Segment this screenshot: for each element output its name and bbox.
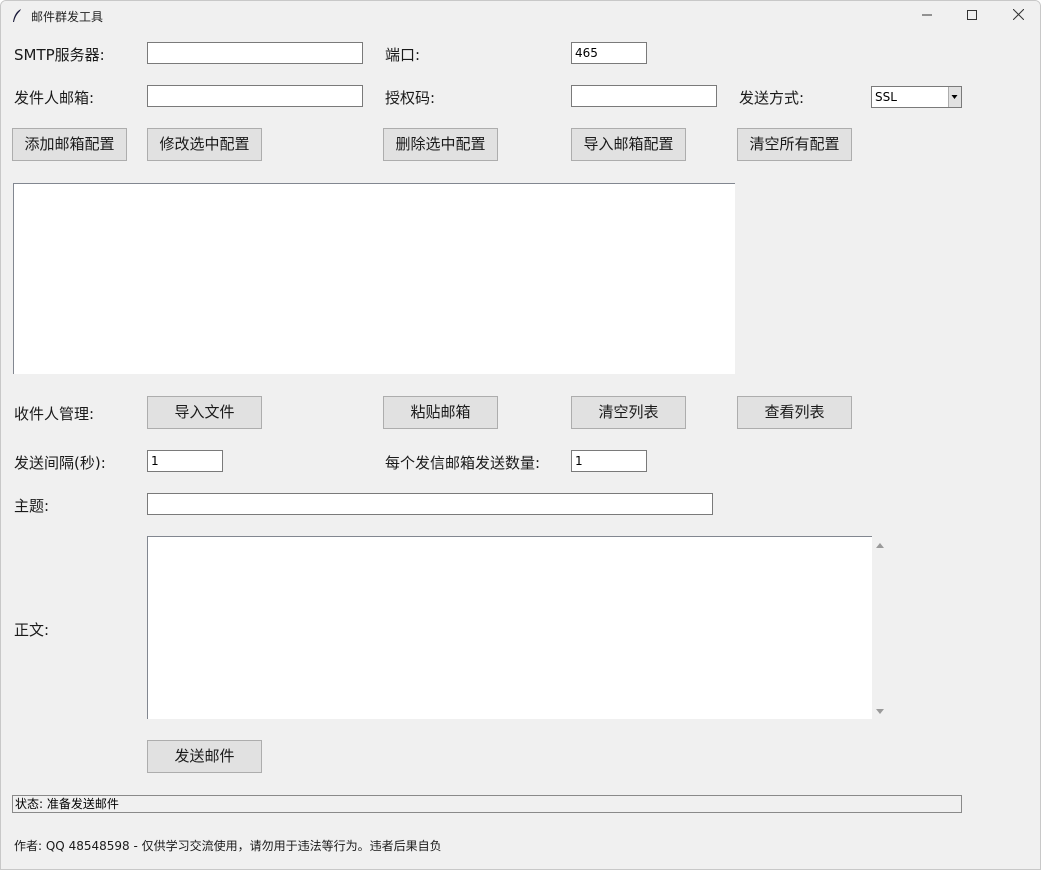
subject-label: 主题: bbox=[14, 497, 50, 515]
body-label: 正文: bbox=[14, 621, 50, 639]
footer-credit: 作者: QQ 48548598 - 仅供学习交流使用，请勿用于违法等行为。违者后… bbox=[14, 839, 442, 853]
sender-email-label: 发件人邮箱: bbox=[14, 89, 95, 107]
view-list-button[interactable]: 查看列表 bbox=[737, 396, 852, 429]
recipients-label: 收件人管理: bbox=[14, 405, 95, 423]
maximize-icon bbox=[967, 10, 977, 20]
status-bar: 状态: 准备发送邮件 bbox=[12, 795, 962, 813]
scroll-down-arrow-icon[interactable] bbox=[874, 707, 886, 717]
add-config-button[interactable]: 添加邮箱配置 bbox=[12, 128, 127, 161]
title-bar: 邮件群发工具 bbox=[1, 1, 1040, 31]
minimize-icon bbox=[922, 14, 932, 16]
config-listbox[interactable] bbox=[13, 183, 735, 374]
smtp-server-input[interactable] bbox=[147, 42, 363, 64]
smtp-server-label: SMTP服务器: bbox=[14, 46, 105, 64]
port-label: 端口: bbox=[385, 46, 421, 64]
send-method-select[interactable]: SSL bbox=[871, 86, 962, 108]
close-button[interactable] bbox=[995, 1, 1040, 31]
sender-email-input[interactable] bbox=[147, 85, 363, 107]
feather-icon bbox=[13, 9, 21, 22]
auth-code-label: 授权码: bbox=[385, 89, 436, 107]
dropdown-arrow-button[interactable] bbox=[948, 87, 961, 107]
paste-emails-button[interactable]: 粘贴邮箱 bbox=[383, 396, 498, 429]
auth-code-input[interactable] bbox=[571, 85, 717, 107]
delete-config-button[interactable]: 删除选中配置 bbox=[383, 128, 498, 161]
clear-config-button[interactable]: 清空所有配置 bbox=[737, 128, 852, 161]
scroll-up-arrow-icon[interactable] bbox=[874, 540, 886, 550]
port-input[interactable]: 465 bbox=[571, 42, 647, 64]
subject-input[interactable] bbox=[147, 493, 713, 515]
maximize-button[interactable] bbox=[949, 1, 995, 31]
body-textarea[interactable] bbox=[147, 536, 872, 719]
send-method-label: 发送方式: bbox=[739, 89, 805, 107]
per-sender-count-label: 每个发信邮箱发送数量: bbox=[385, 454, 541, 472]
minimize-button[interactable] bbox=[904, 1, 950, 31]
edit-config-button[interactable]: 修改选中配置 bbox=[147, 128, 262, 161]
send-method-value: SSL bbox=[875, 90, 897, 104]
send-interval-label: 发送间隔(秒): bbox=[14, 454, 106, 472]
close-icon bbox=[1012, 8, 1024, 21]
import-file-button[interactable]: 导入文件 bbox=[147, 396, 262, 429]
send-interval-input[interactable]: 1 bbox=[147, 450, 223, 472]
import-config-button[interactable]: 导入邮箱配置 bbox=[571, 128, 686, 161]
per-sender-count-input[interactable]: 1 bbox=[571, 450, 647, 472]
send-email-button[interactable]: 发送邮件 bbox=[147, 740, 262, 773]
window-title: 邮件群发工具 bbox=[31, 10, 104, 24]
chevron-down-icon bbox=[951, 95, 958, 99]
app-window: 邮件群发工具 SMTP服务器: 端口: 465 发件人邮箱: 授权码: 发送方式… bbox=[0, 0, 1041, 870]
clear-list-button[interactable]: 清空列表 bbox=[571, 396, 686, 429]
